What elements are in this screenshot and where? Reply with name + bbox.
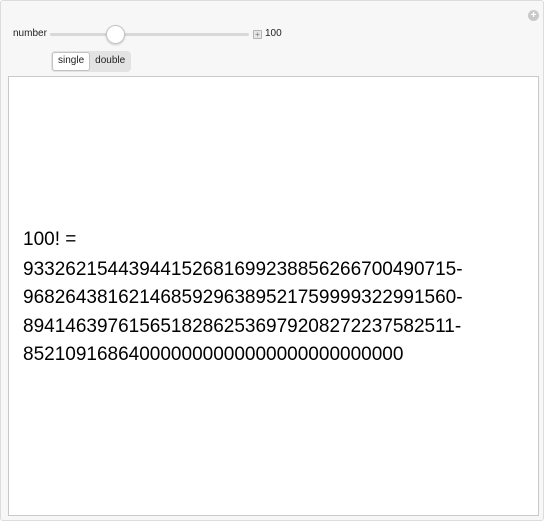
output-pane: 100! = 933262154439441526816992388562667… xyxy=(8,76,539,516)
result-line: 852109168640000000000000000000000000 xyxy=(23,344,404,365)
result-line: 8941463976156518286253697920827223758251… xyxy=(23,315,462,337)
mode-double-button[interactable]: double xyxy=(90,52,130,71)
manipulate-panel: + number + 100 single double 100! = 9332… xyxy=(0,0,544,521)
number-slider-track[interactable] xyxy=(50,33,249,36)
result-heading: 100! = xyxy=(23,229,77,250)
result-line: 9332621544394415268169923885626670049071… xyxy=(23,258,463,280)
number-slider-thumb[interactable] xyxy=(106,25,126,44)
number-value: 100 xyxy=(265,28,282,39)
expand-plus-icon[interactable]: + xyxy=(253,30,262,39)
plus-options-icon[interactable]: + xyxy=(528,10,539,21)
factorial-result: 100! = 933262154439441526816992388562667… xyxy=(23,226,463,370)
result-line: 9682643816214685929638952175999932299156… xyxy=(23,287,463,308)
mode-toggle: single double xyxy=(51,51,132,72)
number-label: number xyxy=(13,28,47,39)
mode-single-button[interactable]: single xyxy=(52,52,91,71)
